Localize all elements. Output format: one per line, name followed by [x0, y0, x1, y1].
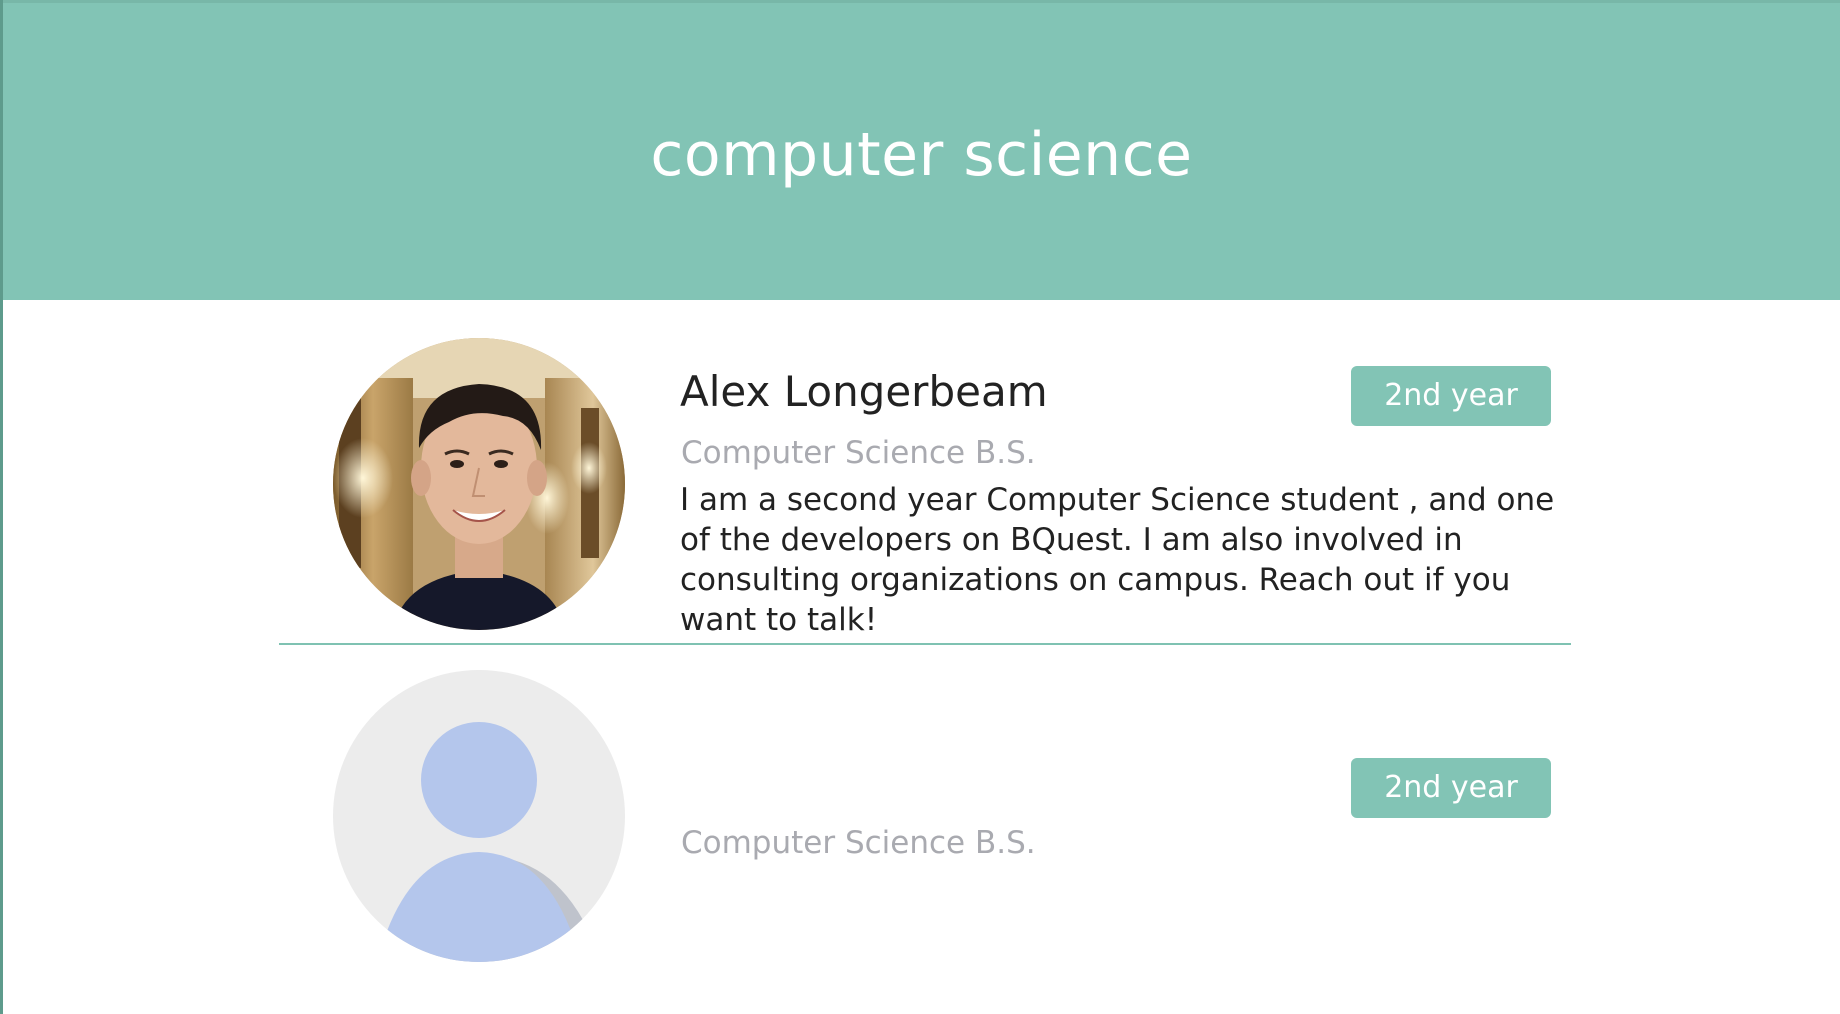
profile-photo	[333, 338, 625, 630]
profile-bio: I am a second year Computer Science stud…	[680, 482, 1555, 638]
profile-major: Computer Science B.S.	[681, 435, 1036, 471]
default-avatar-icon	[333, 670, 625, 962]
profile-major: Computer Science B.S.	[681, 825, 1036, 861]
page-title: computer science	[650, 120, 1193, 190]
profile-name: Alex Longerbeam	[680, 367, 1048, 416]
page: computer science Alex Longerbeam 2nd yea…	[0, 0, 1840, 1014]
profile-card[interactable]: Alex Longerbeam 2nd year Computer Scienc…	[279, 334, 1571, 644]
year-badge: 2nd year	[1351, 366, 1551, 426]
profile-card[interactable]: 2nd year Computer Science B.S.	[279, 668, 1571, 968]
profile-divider	[279, 643, 1571, 645]
year-badge: 2nd year	[1351, 758, 1551, 818]
page-header: computer science	[3, 0, 1840, 300]
default-avatar-graphic	[377, 722, 583, 962]
profile-photo-image	[333, 338, 625, 630]
